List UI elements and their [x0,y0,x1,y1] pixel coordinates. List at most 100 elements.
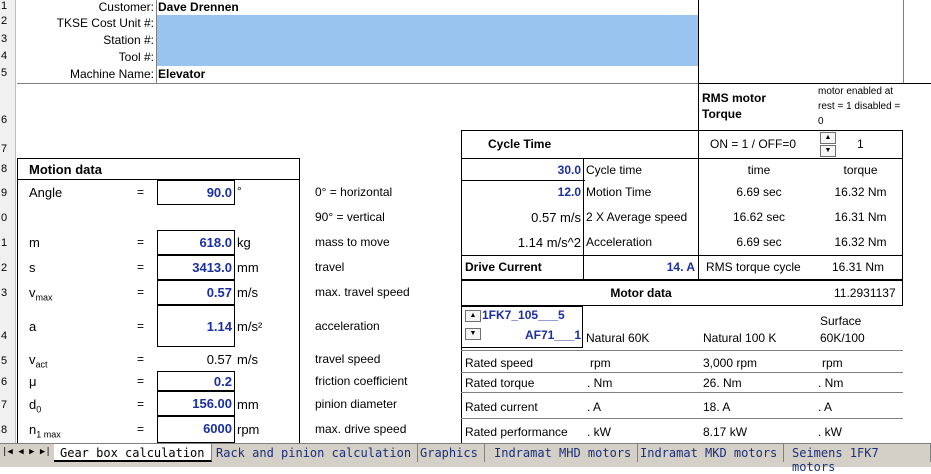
cycle-time-value[interactable]: 30.0 [463,163,581,177]
rated-current-c3: . A [818,400,833,414]
rated-speed-c1: rpm [590,356,611,370]
motor-model-line2[interactable]: AF71___1 [482,328,581,342]
mass-input[interactable]: 618.0 [157,230,235,255]
motion-time-value[interactable]: 12.0 [463,185,581,199]
tab-indramat-mkd[interactable]: Indramat MKD motors [634,444,785,462]
acceleration-torque: 16.32 Nm [834,235,887,249]
rated-performance-c1: . kW [587,425,611,439]
row-number: 7 [1,399,8,411]
machine-value[interactable]: Elevator [158,67,205,81]
motor-next-button[interactable]: ▼ [465,328,481,340]
rated-torque-c1: . Nm [587,376,613,390]
cost-unit-label: TKSE Cost Unit #: [56,16,154,30]
rated-speed-label: Rated speed [465,356,534,370]
station-label: Station #: [103,33,154,47]
rms-torque-label: RMS torque cycle [706,260,801,274]
pinion-unit: mm [237,397,259,412]
cycle-time-label: Cycle time [586,163,643,177]
drive-current-label: Drive Current [465,260,542,274]
angle-desc: 0° = horizontal [315,185,393,199]
rated-performance-c2: 8.17 kW [703,425,748,439]
row-number: 6 [1,114,8,126]
row-number: 2 [1,262,8,274]
angle-input[interactable]: 90.0 [157,180,235,205]
accel-eq: = [137,319,145,333]
pinion-value: 156.00 [192,396,232,411]
tab-nav-arrows[interactable]: |◀ ◀ ▶ ▶| [2,447,51,457]
cycle-title: Cycle Time [488,137,552,151]
motor-col2-header: Natural 100 K [703,331,777,345]
accel-input[interactable]: 1.14 [157,305,235,347]
vmax-symbol: vmax [29,285,53,303]
tool-label: Tool #: [118,50,154,64]
rated-current-c1: . A [587,400,602,414]
avg-speed-label: 2 X Average speed [586,210,688,224]
motor-col3-header-line1: Surface [820,314,862,328]
tab-rack-pinion[interactable]: Rack and pinion calculation [210,444,419,462]
rms-title: RMS motor Torque [702,91,766,121]
friction-desc: friction coefficient [315,374,408,388]
row-number: 5 [1,67,8,79]
motor-col1-header: Natural 60K [586,331,650,345]
motion-time-time: 6.69 sec [736,185,782,199]
travel-symbol: s [29,260,36,275]
mass-unit: kg [237,235,251,250]
motor-model-line1[interactable]: 1FK7_105___5 [482,308,565,322]
travel-eq: = [137,260,145,274]
tab-gear-box[interactable]: Gear box calculation [54,444,212,462]
pinion-input[interactable]: 156.00 [157,391,235,416]
time-header: time [747,163,771,177]
accel-value: 1.14 [206,319,232,334]
customer-label: Customer: [98,0,154,14]
tab-indramat-mhd[interactable]: Indramat MHD motors [488,444,639,462]
rms-torque-value: 16.31 Nm [832,260,885,274]
mass-eq: = [137,235,145,249]
motion-data-title: Motion data [29,162,102,177]
rated-performance-label: Rated performance [465,425,568,439]
travel-value: 3413.0 [192,260,232,275]
vact-desc: travel speed [315,352,381,366]
angle-symbol: Angle [29,185,63,200]
accel-unit: m/s² [237,319,263,334]
row-number: 9 [1,187,8,199]
row-number: 3 [1,33,8,45]
pinion-symbol-sub: 0 [36,404,42,415]
row-number: 7 [1,143,8,155]
motor-data-value: 11.2931137 [834,286,896,300]
vmax-input[interactable]: 0.57 [157,280,235,305]
friction-input[interactable]: 0.2 [157,371,235,391]
motor-prev-button[interactable]: ▲ [465,310,481,322]
vact-value: 0.57 [206,352,232,367]
row-number: 2 [1,15,8,27]
travel-input[interactable]: 3413.0 [157,255,235,280]
pinion-symbol: d0 [29,397,41,415]
mass-value: 618.0 [199,235,232,250]
vmax-eq: = [137,285,145,299]
tab-seimens-1fk7[interactable]: Seimens 1FK7 motors [786,444,931,474]
row-number: 3 [1,287,8,299]
vmax-symbol-sub: max [35,292,53,303]
row-number: 0 [1,212,8,224]
station-field[interactable] [157,32,698,49]
cost-unit-field[interactable] [157,15,698,32]
rated-torque-c3: . Nm [818,376,844,390]
row-number: 1 [1,237,8,249]
tab-graphics[interactable]: Graphics [414,444,485,462]
rated-current-c2: 18. A [703,400,731,414]
drive-speed-symbol: n1 max [29,422,61,440]
acceleration-label: Acceleration [586,235,653,249]
drive-speed-input[interactable]: 6000 [157,416,235,443]
friction-value: 0.2 [213,374,232,389]
customer-value[interactable]: Dave Drennen [158,0,239,14]
friction-symbol: μ [29,374,37,389]
avg-speed-time: 16.62 sec [732,210,786,224]
friction-eq: = [137,374,145,388]
drive-speed-desc: max. drive speed [315,422,407,436]
row-number: 1 [1,0,8,12]
rated-torque-label: Rated torque [465,376,535,390]
vmax-desc: max. travel speed [315,285,410,299]
travel-unit: mm [237,260,259,275]
motor-data-title: Motor data [610,286,672,300]
tool-field[interactable] [157,49,698,66]
vmax-value: 0.57 [206,285,232,300]
